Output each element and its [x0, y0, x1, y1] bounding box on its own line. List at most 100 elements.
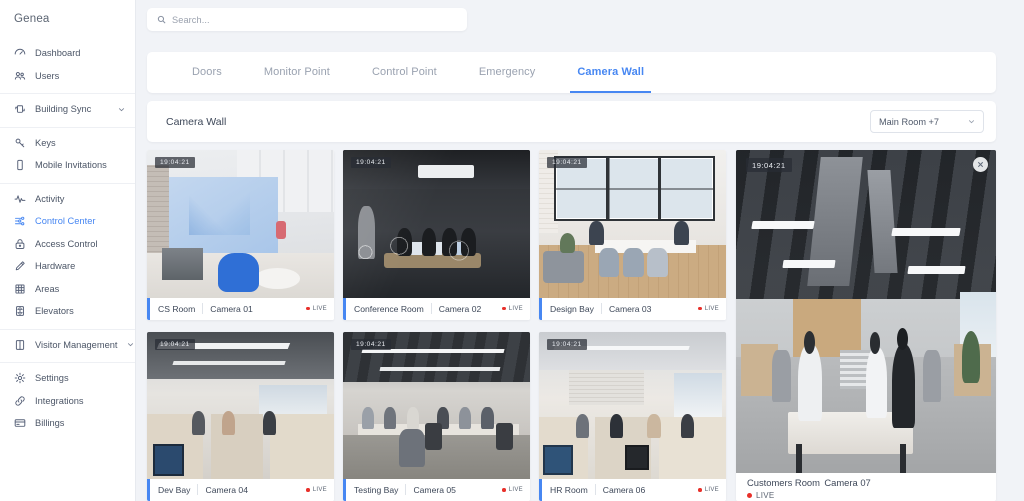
- camera-feed: 19:04:21: [147, 331, 334, 479]
- tab-emergency[interactable]: Emergency: [458, 52, 557, 93]
- activity-icon: [13, 192, 26, 205]
- camera-room-name: Design Bay: [550, 303, 594, 314]
- sidebar-item-activity[interactable]: Activity: [0, 188, 135, 211]
- featured-camera-tile[interactable]: 19:04:21 Customers Room Camera 07 LIVE: [736, 150, 996, 501]
- camera-tile[interactable]: 19:04:21 Dev Bay Camera 04 LIVE: [147, 331, 334, 501]
- sidebar-item-label: Keys: [35, 137, 56, 148]
- lock-icon: [13, 237, 26, 250]
- sidebar-item-label: Activity: [35, 193, 65, 204]
- timestamp-overlay: 19:04:21: [547, 157, 587, 169]
- sidebar-item-hardware[interactable]: Hardware: [0, 255, 135, 278]
- camera-label-bar: HR Room Camera 06 LIVE: [539, 478, 726, 501]
- camera-feed: 19:04:21: [343, 150, 530, 298]
- sidebar-item-label: Settings: [35, 373, 69, 384]
- tab-label: Camera Wall: [577, 66, 645, 79]
- key-icon: [13, 136, 26, 149]
- timestamp-overlay: 19:04:21: [746, 158, 792, 173]
- sidebar-item-elevators[interactable]: Elevators: [0, 300, 135, 323]
- sidebar-item-billings[interactable]: Billings: [0, 412, 135, 435]
- search-placeholder: Search...: [172, 14, 210, 25]
- mobile-icon: [13, 159, 26, 172]
- camera-tile[interactable]: 19:04:21 HR Room Camera 06 LIVE: [539, 331, 726, 501]
- camera-label-bar: Design Bay Camera 03 LIVE: [539, 297, 726, 320]
- sidebar-item-label: Dashboard: [35, 48, 81, 59]
- live-dot-icon: [502, 306, 506, 311]
- sidebar-item-areas[interactable]: Areas: [0, 278, 135, 301]
- room-select-dropdown[interactable]: Main Room +7: [870, 110, 984, 134]
- sidebar-item-control-center[interactable]: Control Center: [0, 210, 135, 233]
- chevron-down-icon[interactable]: [127, 341, 134, 349]
- camera-row-2: 19:04:21 Dev Bay Camera 04 LIVE 19:04:21 Test…: [147, 331, 727, 501]
- camera-scene: [147, 150, 334, 298]
- chevron-down-icon[interactable]: [117, 105, 125, 113]
- camera-tile[interactable]: 19:04:21 Testing Bay Camera 05 LIVE: [343, 331, 530, 501]
- live-label: LIVE: [704, 486, 719, 493]
- camera-scene: [539, 150, 726, 298]
- topbar: Search...: [147, 8, 996, 38]
- live-dot-icon: [306, 306, 310, 311]
- sidebar-item-visitor-management[interactable]: Visitor Management: [0, 334, 135, 357]
- tab-camera-wall[interactable]: Camera Wall: [556, 52, 665, 94]
- camera-room-name: Dev Bay: [158, 484, 191, 495]
- live-dot-icon: [306, 488, 310, 492]
- sidebar-item-label: Building Sync: [35, 104, 92, 115]
- featured-camera-feed: 19:04:21: [736, 150, 996, 473]
- timestamp-overlay: 19:04:21: [547, 338, 587, 350]
- users-icon: [13, 69, 26, 82]
- live-dot-icon: [698, 306, 702, 311]
- camera-tile[interactable]: 19:04:21 Design Bay Camera 03 LIVE: [539, 150, 726, 320]
- divider: [430, 303, 432, 315]
- divider: [202, 303, 204, 315]
- live-status-badge: LIVE: [698, 306, 719, 312]
- live-status-badge: LIVE: [747, 491, 984, 500]
- sidebar-item-settings[interactable]: Settings: [0, 367, 135, 390]
- camera-wall-grid: 19:04:21 CS Room Camera 01 LIVE 19:04:21 Conf…: [147, 150, 996, 501]
- live-dot-icon: [502, 488, 506, 492]
- divider: [197, 484, 199, 496]
- camera-name: Camera 01: [210, 303, 253, 314]
- tab-label: Doors: [192, 66, 222, 79]
- sidebar-item-label: Control Center: [35, 216, 96, 227]
- dashboard-icon: [13, 47, 26, 60]
- sidebar-item-building-sync[interactable]: Building Sync: [0, 98, 135, 121]
- divider: [594, 484, 596, 496]
- sidebar-item-access-control[interactable]: Access Control: [0, 233, 135, 256]
- sidebar-item-mobile-invitations[interactable]: Mobile Invitations: [0, 154, 135, 177]
- camera-feed: 19:04:21: [539, 150, 726, 298]
- control-center-icon: [13, 215, 26, 228]
- tab-control-point[interactable]: Control Point: [351, 52, 458, 93]
- camera-feed: 19:04:21: [539, 331, 726, 479]
- camera-scene: [147, 331, 334, 479]
- camera-name: Camera 03: [608, 303, 652, 314]
- tab-bar: Doors Monitor Point Control Point Emergency…: [147, 51, 996, 94]
- sidebar: Genea Dashboard Users Building Sync Keys Mob…: [0, 0, 136, 501]
- sidebar-item-users[interactable]: Users: [0, 65, 135, 88]
- page-title: Camera Wall: [166, 115, 227, 128]
- camera-room-name: Testing Bay: [354, 484, 399, 495]
- timestamp-overlay: 19:04:21: [351, 157, 391, 169]
- live-status-badge: LIVE: [502, 306, 523, 312]
- card-icon: [13, 417, 26, 430]
- camera-name: Camera 07: [824, 477, 871, 488]
- camera-scene: [539, 331, 726, 479]
- tab-monitor-point[interactable]: Monitor Point: [243, 52, 351, 93]
- sidebar-item-keys[interactable]: Keys: [0, 132, 135, 155]
- brand-logo[interactable]: Genea: [0, 0, 135, 38]
- sidebar-group: Building Sync: [0, 93, 135, 127]
- sidebar-nav: Dashboard Users Building Sync Keys Mobile In…: [0, 38, 135, 441]
- live-status-badge: LIVE: [306, 306, 327, 312]
- camera-tile[interactable]: 19:04:21 Conference Room Camera 02 LIVE: [343, 150, 530, 320]
- sidebar-item-label: Areas: [35, 283, 60, 294]
- timestamp-overlay: 19:04:21: [155, 338, 195, 350]
- camera-grid-small: 19:04:21 CS Room Camera 01 LIVE 19:04:21 Conf…: [147, 150, 727, 501]
- search-input[interactable]: Search...: [147, 8, 467, 31]
- sidebar-item-dashboard[interactable]: Dashboard: [0, 42, 135, 65]
- tab-doors[interactable]: Doors: [171, 52, 243, 93]
- camera-tile[interactable]: 19:04:21 CS Room Camera 01 LIVE: [147, 150, 334, 320]
- sidebar-item-integrations[interactable]: Integrations: [0, 390, 135, 413]
- sidebar-item-label: Visitor Management: [35, 339, 118, 350]
- gear-icon: [13, 372, 26, 385]
- room-select-value: Main Room +7: [879, 116, 940, 127]
- sidebar-item-label: Access Control: [35, 238, 98, 249]
- camera-name: Camera 02: [438, 303, 482, 314]
